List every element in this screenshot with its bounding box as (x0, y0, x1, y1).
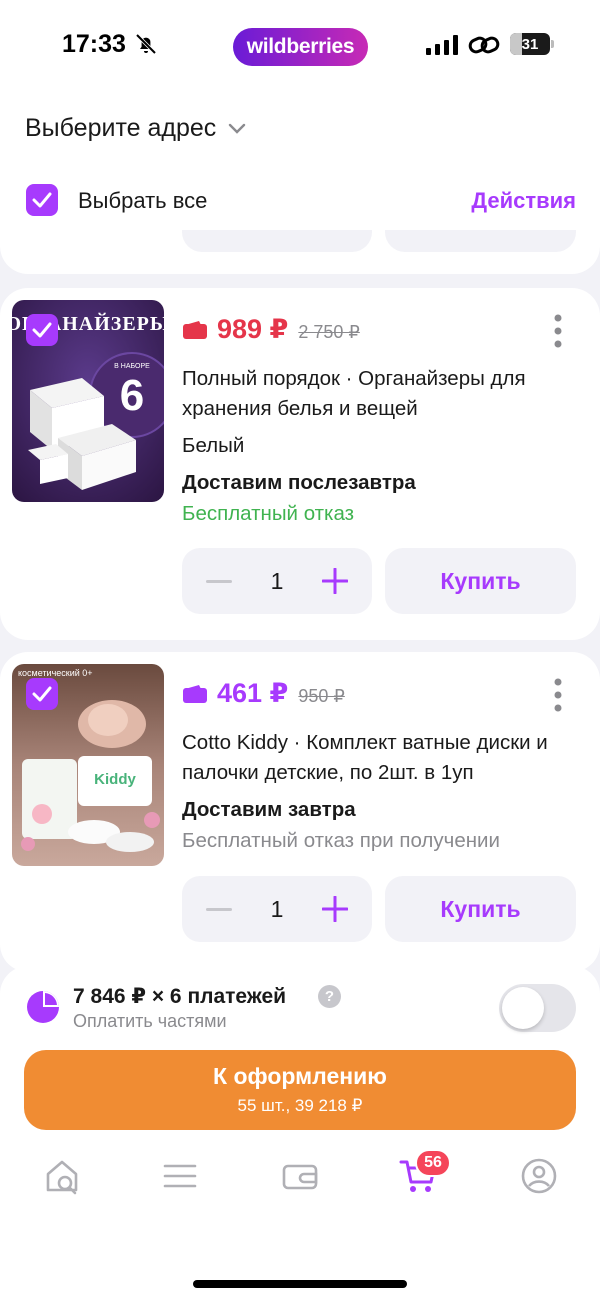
wallet-icon[interactable] (280, 1156, 320, 1196)
checkmark-icon (32, 686, 52, 702)
address-selector[interactable]: Выберите адрес (25, 114, 246, 143)
price-row: 989 ₽ 2 750 ₽ (183, 314, 360, 345)
previous-item-buy-button (385, 230, 576, 252)
checkout-label: К оформлению (213, 1063, 387, 1089)
menu-icon[interactable] (160, 1156, 200, 1196)
cart-header: Выберите адрес Выбрать все Действия (0, 92, 600, 274)
toggle-knob (502, 987, 544, 1029)
battery-icon: 31 (510, 33, 554, 55)
chevron-down-icon (229, 123, 246, 134)
price: 989 ₽ (217, 314, 289, 344)
old-price: 2 750 ₽ (298, 322, 360, 342)
price: 461 ₽ (217, 678, 289, 708)
select-all-label: Выбрать все (78, 188, 208, 213)
home-indicator (193, 1280, 407, 1288)
link-icon (468, 36, 500, 54)
status-bar: 17:33 wildberries 31 (0, 0, 600, 92)
buy-button[interactable]: Купить (385, 876, 576, 942)
status-time: 17:33 (62, 30, 126, 58)
product-title[interactable]: Полный порядок · Органайзеры для хранени… (182, 364, 582, 424)
more-options-icon[interactable] (554, 314, 562, 348)
installment-subtitle: Оплатить частями (73, 1011, 227, 1031)
refund-info: Бесплатный отказ (182, 502, 355, 525)
old-price: 950 ₽ (298, 686, 345, 706)
pie-chart-icon (27, 991, 59, 1023)
actions-button[interactable]: Действия (471, 188, 576, 214)
address-label: Выберите адрес (25, 114, 217, 142)
bell-off-icon (135, 33, 157, 55)
product-title[interactable]: Cotto Kiddy · Комплект ватные диски и па… (182, 728, 582, 788)
item-checkbox[interactable] (26, 678, 58, 710)
cart-item: 6 В НАБОРЕ ОРГАНАЙЗЕРЫ 989 ₽ 2 750 ₽ Пол… (0, 288, 600, 640)
installment-amount: 7 846 ₽ × 6 платежей (73, 985, 287, 1008)
refund-info: Бесплатный отказ при получении (182, 829, 500, 852)
battery-level: 31 (521, 35, 539, 53)
checkmark-icon (32, 192, 52, 208)
cart-badge: 56 (415, 1149, 451, 1177)
cart-item: косметический 0+ Kiddy 461 ₽ 950 ₽ Cotto… (0, 652, 600, 972)
select-all-checkbox[interactable] (26, 184, 58, 216)
checkout-panel: 7 846 ₽ × 6 платежей ? Оплатить частями … (0, 966, 600, 1300)
more-options-icon[interactable] (554, 678, 562, 712)
product-color: Белый (182, 434, 245, 457)
profile-icon[interactable] (519, 1156, 559, 1196)
item-checkbox[interactable] (26, 314, 58, 346)
wallet-icon (183, 684, 207, 703)
image-caption-text: косметический 0+ (18, 668, 93, 678)
quantity-stepper: 1 (182, 876, 372, 942)
signal-icon (426, 35, 458, 55)
delivery-info: Доставим завтра (182, 798, 356, 821)
previous-item-stepper (182, 230, 372, 252)
image-count-text: 6 (120, 371, 144, 420)
help-icon[interactable]: ? (318, 985, 341, 1008)
image-set-text: В НАБОРЕ (114, 363, 150, 370)
increase-button[interactable] (322, 896, 348, 922)
product-image[interactable]: 6 В НАБОРЕ ОРГАНАЙЗЕРЫ (12, 300, 164, 502)
checkmark-icon (32, 322, 52, 338)
product-image[interactable]: косметический 0+ Kiddy (12, 664, 164, 866)
installment-toggle[interactable] (499, 984, 576, 1032)
brand-logo: wildberries (233, 28, 368, 66)
checkout-button[interactable]: К оформлению 55 шт., 39 218 ₽ (24, 1050, 576, 1130)
wallet-icon (183, 320, 207, 339)
home-search-icon[interactable] (42, 1156, 82, 1196)
price-row: 461 ₽ 950 ₽ (183, 678, 345, 709)
delivery-info: Доставим послезавтра (182, 471, 416, 494)
checkout-summary: 55 шт., 39 218 ₽ (237, 1096, 363, 1115)
quantity-stepper: 1 (182, 548, 372, 614)
select-all-row: Выбрать все Действия (26, 184, 576, 218)
buy-button[interactable]: Купить (385, 548, 576, 614)
image-brand-text: Kiddy (94, 771, 136, 788)
increase-button[interactable] (322, 568, 348, 594)
